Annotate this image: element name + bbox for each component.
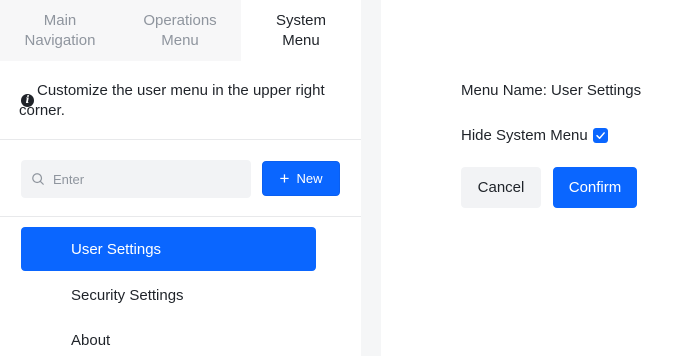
divider	[0, 139, 361, 140]
divider	[0, 216, 361, 217]
menu-config-panel: Main Navigation Operations Menu System M…	[0, 0, 361, 356]
tab-system-menu[interactable]: System Menu	[241, 0, 361, 61]
panel-separator	[361, 0, 381, 356]
menu-detail-panel: Menu Name: User Settings Hide System Men…	[381, 0, 677, 356]
plus-icon: +	[279, 169, 290, 188]
search-icon	[32, 173, 44, 185]
menu-name-label: Menu Name: User Settings	[461, 82, 642, 99]
hide-system-menu-checkbox[interactable]	[592, 128, 608, 143]
search-input[interactable]	[53, 164, 243, 194]
confirm-button[interactable]: Confirm	[553, 167, 637, 208]
search-box	[21, 160, 251, 198]
menu-item-security-settings[interactable]: Security Settings	[21, 273, 316, 317]
tab-operations-menu[interactable]: Operations Menu	[120, 0, 240, 61]
tab-bar: Main Navigation Operations Menu System M…	[0, 0, 361, 61]
menu-item-label: About	[71, 331, 111, 349]
new-button[interactable]: + New	[262, 161, 340, 196]
menu-item-about[interactable]: About	[21, 318, 316, 356]
new-button-label: New	[296, 171, 323, 186]
check-icon	[596, 132, 605, 139]
menu-item-label: User Settings	[71, 240, 162, 258]
cancel-button[interactable]: Cancel	[461, 167, 541, 208]
menu-item-label: Security Settings	[71, 286, 184, 304]
hide-system-menu-label: Hide System Menu	[461, 127, 588, 144]
hint-text: Customize the user menu in the upper rig…	[19, 82, 325, 119]
hide-system-menu-row: Hide System Menu	[461, 127, 608, 144]
app-root: Main Navigation Operations Menu System M…	[0, 0, 677, 356]
menu-item-user-settings[interactable]: User Settings	[21, 227, 316, 271]
tab-main-navigation[interactable]: Main Navigation	[0, 0, 120, 61]
